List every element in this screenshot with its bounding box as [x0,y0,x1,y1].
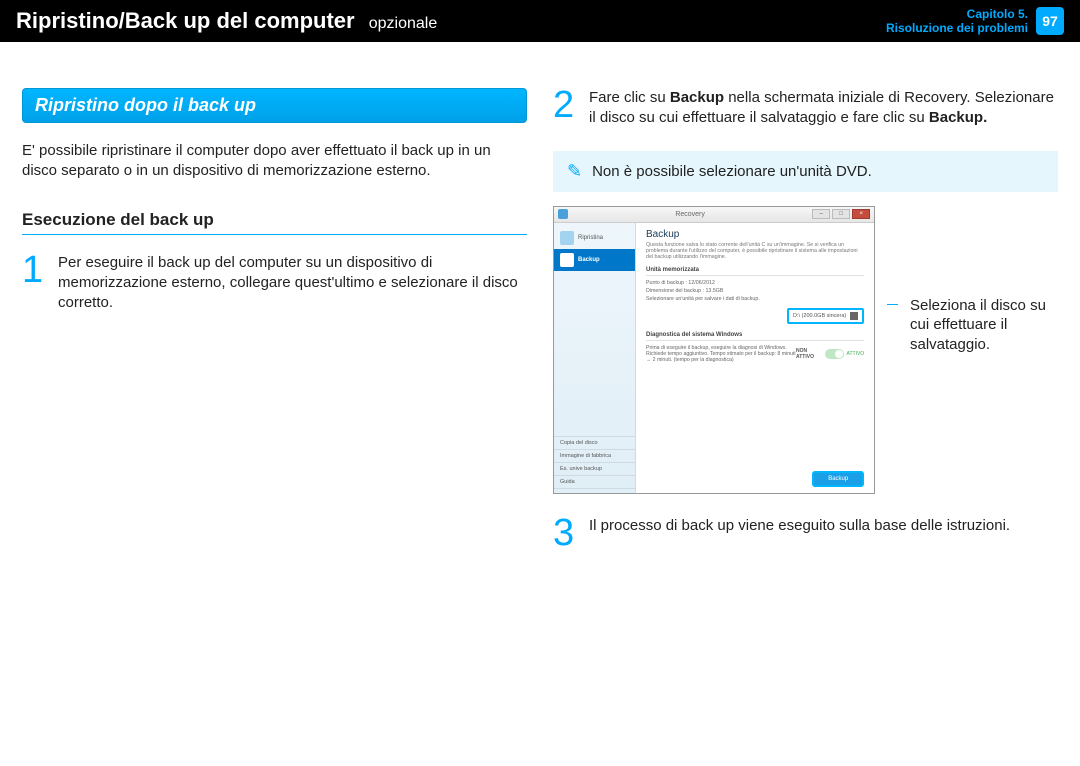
section-title: Ripristino dopo il back up [22,88,527,123]
backup-button[interactable]: Backup [812,471,864,487]
chevron-down-icon [850,312,858,320]
window-titlebar: Recovery – □ × [554,207,874,223]
sidebar-label: Copia del disco [560,440,598,446]
note-box: ✎ Non è possibile selezionare un'unità D… [553,151,1058,192]
main-panel: Backup Questa funzione salva lo stato co… [636,223,874,493]
chapter-name: Risoluzione dei problemi [886,21,1028,35]
callout-text: Seleziona il disco su cui effettuare il … [910,206,1058,355]
backup-size-row: Dimensione del backup : 13.5GB [646,288,864,294]
page-title-sub: opzionale [369,15,438,32]
page-number-badge: 97 [1036,7,1064,35]
step-number: 2 [553,88,579,129]
panel-title: Backup [646,229,864,240]
sidebar-label: Immagine di fabbrica [560,453,611,459]
maximize-button[interactable]: □ [832,209,850,219]
page-content: Ripristino dopo il back up E' possibile … [0,42,1080,592]
restore-icon [560,231,574,245]
section-diagnostics: Diagnostica del sistema Windows [646,332,864,341]
window-body: Ripristina Backup Copia del disco Immagi… [554,223,874,493]
backup-icon [560,253,574,267]
step2-bold-a: Backup [670,89,724,106]
backup-point-row: Punto di backup : 12/06/2012 [646,280,864,286]
sidebar-label: Backup [578,257,600,263]
chapter-number: Capitolo 5. [886,7,1028,21]
sidebar-label: Guida [560,479,575,485]
subheading: Esecuzione del back up [22,210,527,235]
sidebar-bottom-group: Copia del disco Immagine di fabbrica Es.… [554,436,635,489]
intro-paragraph: E' possibile ripristinare il computer do… [22,141,527,182]
step2-text-a: Fare clic su [589,89,670,106]
sidebar-item-factory-image[interactable]: Immagine di fabbrica [554,450,635,463]
right-column: 2 Fare clic su Backup nella schermata in… [553,88,1058,572]
diagnostics-row: Prima di eseguire il backup, eseguire la… [646,345,864,364]
sidebar-item-disk-copy[interactable]: Copia del disco [554,437,635,450]
sidebar-item-help[interactable]: Guida [554,476,635,489]
diagnostics-text: Prima di eseguire il backup, eseguire la… [646,345,796,364]
section-saved-unit: Unità memorizzata [646,267,864,276]
step-1-text: Per eseguire il back up del computer su … [58,253,527,314]
toggle-off-label: NON ATTIVO [796,348,822,360]
recovery-app-screenshot: Recovery – □ × Ripristina [553,206,875,494]
step-3: 3 Il processo di back up viene eseguito … [553,516,1058,550]
page-header: Ripristino/Back up del computer opzional… [0,0,1080,42]
sidebar-item-backup-drive[interactable]: Es. unive backup [554,463,635,476]
disk-select-value: D:\ (200.0GB sincera) [793,313,846,319]
step-number: 1 [22,253,48,314]
panel-description: Questa funzione salva lo stato corrente … [646,242,864,261]
window-title: Recovery [568,211,812,218]
toggle-on-label: ATTIVO [847,351,865,357]
step2-bold-b: Backup. [929,109,987,126]
step-3-text: Il processo di back up viene eseguito su… [589,516,1058,550]
close-button[interactable]: × [852,209,870,219]
screenshot-with-callout: Recovery – □ × Ripristina [553,206,1058,494]
sidebar-item-backup[interactable]: Backup [554,249,635,271]
disk-select-dropdown[interactable]: D:\ (200.0GB sincera) [787,308,864,324]
sidebar-label: Ripristina [578,235,603,241]
page-title: Ripristino/Back up del computer opzional… [16,8,437,34]
diagnostics-toggle-group: NON ATTIVO ATTIVO [796,348,864,360]
note-icon: ✎ [567,161,582,182]
step-number: 3 [553,516,579,550]
step-2: 2 Fare clic su Backup nella schermata in… [553,88,1058,129]
callout-connector-line [887,304,898,305]
sidebar-label: Es. unive backup [560,466,602,472]
app-icon [558,209,568,219]
minimize-button[interactable]: – [812,209,830,219]
note-text: Non è possibile selezionare un'unità DVD… [592,163,872,180]
page-title-main: Ripristino/Back up del computer [16,8,355,33]
disk-select-row: D:\ (200.0GB sincera) [646,308,864,324]
chapter-info: Capitolo 5. Risoluzione dei problemi 97 [886,7,1064,36]
panel-footer: Backup [646,465,864,487]
step-1: 1 Per eseguire il back up del computer s… [22,253,527,314]
window-controls: – □ × [812,209,870,219]
sidebar-item-restore[interactable]: Ripristina [554,227,635,249]
diagnostics-toggle[interactable] [825,349,844,359]
left-column: Ripristino dopo il back up E' possibile … [22,88,527,572]
step-2-text: Fare clic su Backup nella schermata iniz… [589,88,1058,129]
sidebar: Ripristina Backup Copia del disco Immagi… [554,223,636,493]
select-drive-row: Selezionare un'unità per salvare i dati … [646,296,864,302]
